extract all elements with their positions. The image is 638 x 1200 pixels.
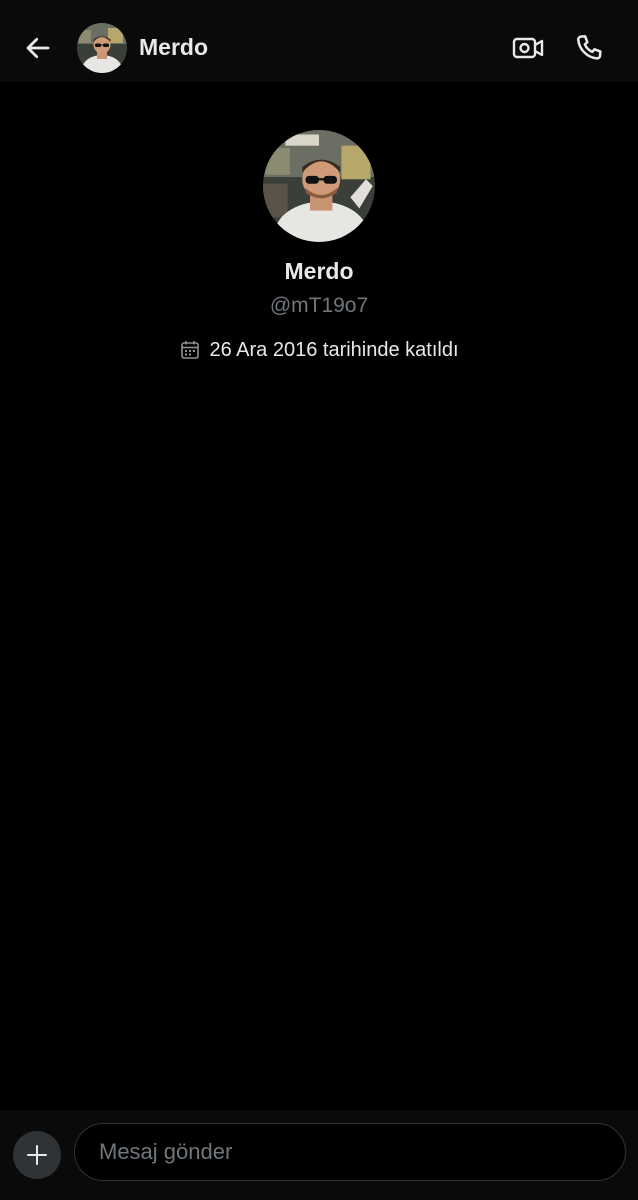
message-input[interactable]	[74, 1123, 626, 1181]
back-button[interactable]	[18, 28, 58, 68]
avatar-photo	[77, 23, 127, 73]
message-composer	[0, 1110, 638, 1200]
joined-date-text: 26 Ara 2016 tarihinde katıldı	[209, 339, 459, 361]
chat-header: Merdo	[0, 0, 638, 82]
video-call-button[interactable]	[508, 28, 548, 68]
profile-handle: @mT19o7	[269, 294, 369, 317]
avatar-photo	[263, 130, 375, 242]
profile-avatar[interactable]	[263, 130, 375, 242]
joined-date-row: 26 Ara 2016 tarihinde katıldı	[0, 337, 638, 363]
plus-icon	[27, 1145, 47, 1165]
profile-name: Merdo	[284, 258, 354, 284]
calendar-icon	[179, 339, 201, 361]
profile-card: Merdo @mT19o7 26 Ara 2016 tarihinde katı…	[0, 130, 638, 363]
video-call-icon	[512, 37, 544, 59]
phone-icon	[576, 35, 602, 60]
header-avatar[interactable]	[77, 23, 127, 73]
voice-call-button[interactable]	[570, 28, 610, 68]
add-attachment-button[interactable]	[13, 1131, 61, 1179]
arrow-left-icon	[26, 37, 50, 59]
header-contact-name[interactable]: Merdo	[139, 33, 208, 61]
